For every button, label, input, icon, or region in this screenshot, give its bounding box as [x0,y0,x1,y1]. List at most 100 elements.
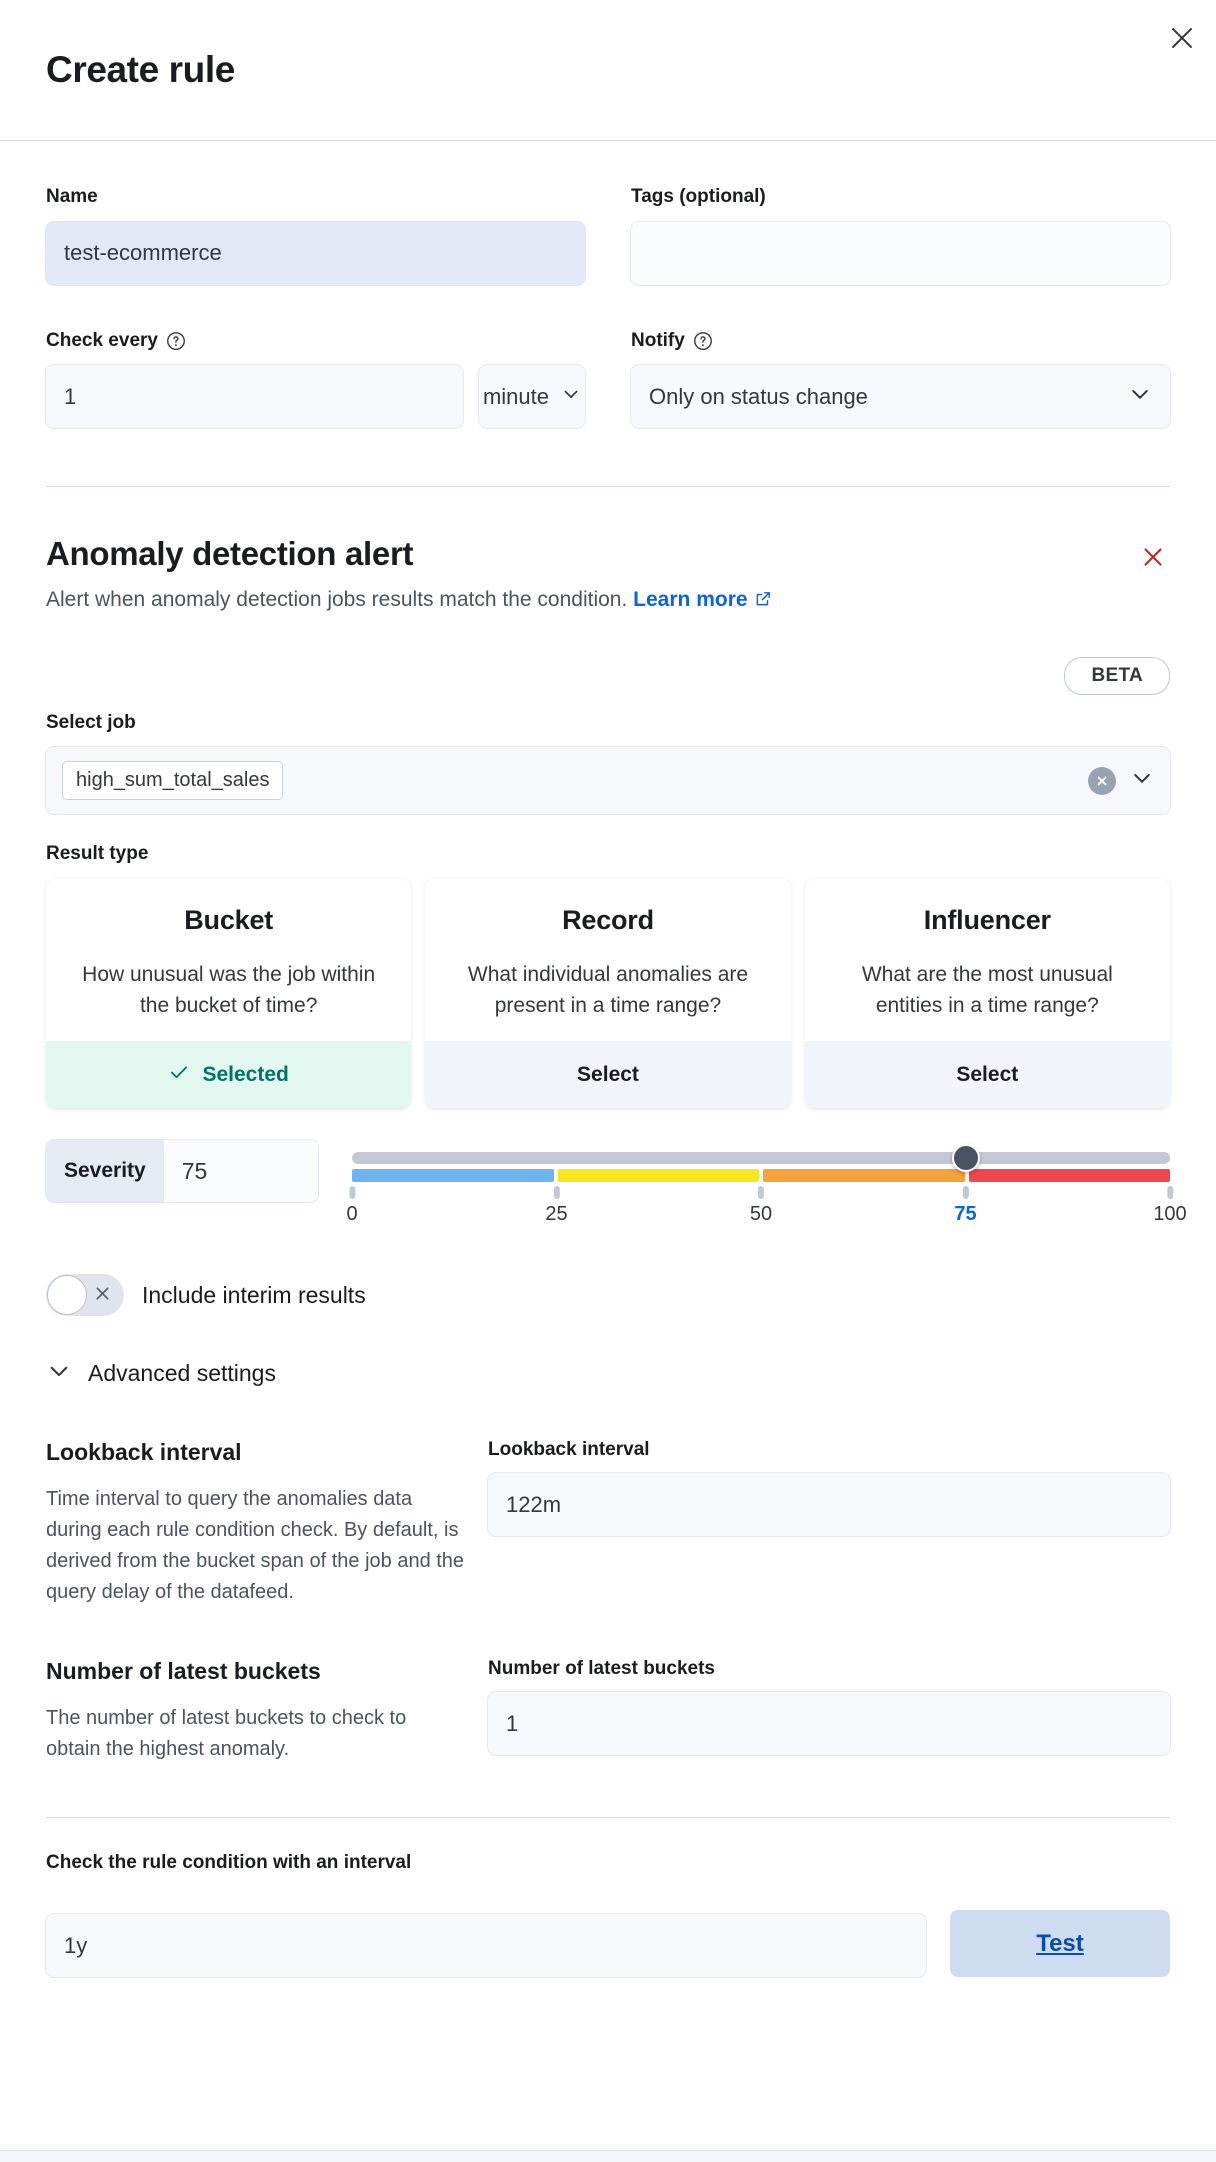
chevron-down-icon [561,384,581,410]
lookback-field-col: Lookback interval 122m [488,1439,1170,1608]
learn-more-link[interactable]: Learn more [633,588,771,611]
help-circle-icon[interactable] [166,331,186,351]
severity-tick: 50 [750,1186,772,1226]
test-interval-label: Check the rule condition with an interva… [46,1852,1170,1874]
card-action-label: Selected [202,1063,288,1087]
severity-tick-label: 100 [1153,1203,1186,1226]
help-circle-icon[interactable] [693,331,713,351]
lookback-interval-input[interactable]: 122m [488,1473,1170,1536]
severity-value: 75 [182,1158,208,1185]
latest-buckets-title: Number of latest buckets [46,1658,466,1685]
card-description: What individual anomalies are present in… [447,960,768,1021]
select-job-label: Select job [46,711,1170,736]
lookback-description-col: Lookback interval Time interval to query… [46,1439,466,1608]
notify-group: Notify Only on status change [631,329,1170,429]
check-every-controls: 1 minute [46,365,585,428]
include-interim-label: Include interim results [142,1282,366,1309]
check-every-group: Check every 1 minute [46,329,585,429]
chevron-down-icon [46,1358,72,1389]
check-every-unit-select[interactable]: minute [479,365,585,428]
test-input-wrap: 1y [46,1914,926,1977]
tags-field-group: Tags (optional) [631,185,1170,285]
anomaly-description-text: Alert when anomaly detection jobs result… [46,588,627,611]
notify-select[interactable]: Only on status change [631,365,1170,428]
test-condition-group: Check the rule condition with an interva… [46,1852,1170,1977]
advanced-settings-accordion[interactable]: Advanced settings [46,1358,1170,1389]
close-flyout-button[interactable] [1162,18,1202,58]
severity-label: Severity [46,1140,164,1202]
name-label: Name [46,185,585,210]
close-icon [1169,25,1195,51]
severity-value-input[interactable]: 75 [164,1140,318,1202]
card-title: Bucket [68,905,389,936]
selected-job-pill[interactable]: high_sum_total_sales [62,761,283,800]
check-every-number-input[interactable]: 1 [46,365,463,428]
severity-tick-label: 25 [545,1203,567,1226]
severity-tick-label: 50 [750,1203,772,1226]
flyout-body: Name test-ecommerce Tags (optional) Chec… [0,185,1216,1977]
card-select-button[interactable]: Select [425,1041,790,1108]
clear-cross-icon[interactable] [1088,767,1116,795]
severity-tick: 100 [1153,1186,1186,1226]
severity-color-segment [352,1169,554,1182]
severity-tick-label: 0 [346,1203,357,1226]
severity-slider[interactable]: 0255075100 [352,1140,1170,1232]
card-select-button[interactable]: Select [805,1041,1170,1108]
check-every-label-text: Check every [46,329,158,354]
result-type-label: Result type [46,842,1170,867]
flyout-header: Create rule [0,0,1216,141]
severity-tick-mark [349,1186,355,1199]
toggle-knob [47,1275,87,1315]
severity-color-bar [352,1169,1170,1182]
anomaly-section-title: Anomaly detection alert [46,535,1170,573]
select-job-group: Select job high_sum_total_sales [46,711,1170,815]
severity-tick: 75 [954,1186,976,1226]
name-input[interactable]: test-ecommerce [46,222,585,285]
include-interim-toggle[interactable] [46,1274,124,1316]
latest-buckets-input[interactable]: 1 [488,1692,1170,1755]
notify-value: Only on status change [649,384,868,410]
severity-color-segment [969,1169,1171,1182]
include-interim-row: Include interim results [46,1274,1170,1316]
severity-tick-mark [758,1186,764,1199]
chevron-down-icon[interactable] [1130,766,1154,795]
slider-track[interactable] [352,1152,1170,1164]
check-icon [168,1061,190,1089]
card-title: Record [447,905,768,936]
result-type-card-bucket[interactable]: Bucket How unusual was the job within th… [46,879,411,1108]
severity-tick-mark [554,1186,560,1199]
latest-buckets-description-col: Number of latest buckets The number of l… [46,1658,466,1765]
check-every-unit-value: minute [483,384,549,410]
card-title: Influencer [827,905,1148,936]
lookback-interval-row: Lookback interval Time interval to query… [46,1439,1170,1608]
chevron-down-icon [1128,382,1152,412]
card-action-label: Select [577,1063,639,1087]
notify-label-text: Notify [631,329,685,354]
result-type-card-influencer[interactable]: Influencer What are the most unusual ent… [805,879,1170,1108]
lookback-title: Lookback interval [46,1439,466,1466]
slider-thumb[interactable] [952,1144,980,1172]
severity-field[interactable]: Severity 75 [46,1140,318,1202]
status-badge: BETA [1064,657,1170,695]
anomaly-section-description: Alert when anomaly detection jobs result… [46,585,1170,616]
delete-alert-type-button[interactable] [1136,541,1170,575]
lookback-value: 122m [506,1492,561,1518]
page-title: Create rule [46,50,235,91]
combobox-actions [1088,766,1154,795]
severity-tick-mark [963,1186,969,1199]
latest-buckets-row: Number of latest buckets The number of l… [46,1658,1170,1765]
card-select-button[interactable]: Selected [46,1041,411,1108]
select-job-combobox[interactable]: high_sum_total_sales [46,747,1170,814]
test-button[interactable]: Test [950,1910,1170,1977]
test-interval-input[interactable]: 1y [46,1914,926,1977]
test-interval-value: 1y [64,1933,87,1959]
result-type-card-record[interactable]: Record What individual anomalies are pre… [425,879,790,1108]
result-type-cards: Bucket How unusual was the job within th… [46,879,1170,1108]
tags-input[interactable] [631,222,1170,285]
latest-buckets-field-col: Number of latest buckets 1 [488,1658,1170,1765]
severity-tick-mark [1167,1186,1173,1199]
close-icon [1141,545,1165,572]
card-action-label: Select [956,1063,1018,1087]
tags-label: Tags (optional) [631,185,1170,210]
flyout-footer [0,2150,1216,2162]
